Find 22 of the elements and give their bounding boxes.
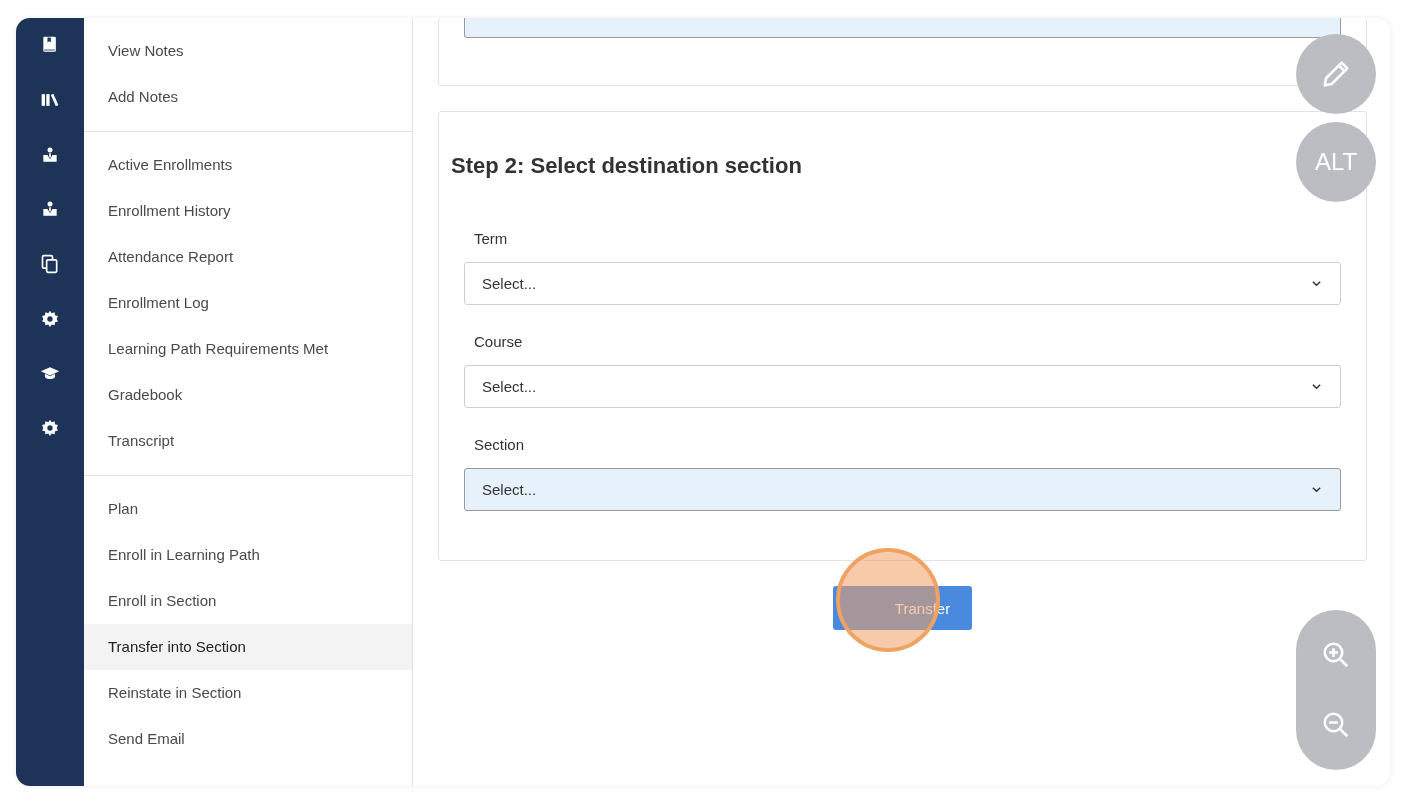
menu-item[interactable]: Enrollment Log [84,280,412,326]
menu-item[interactable]: Active Enrollments [84,142,412,188]
menu-item[interactable]: Reinstate in Section [84,670,412,716]
menu-item[interactable]: Plan [84,486,412,532]
section-title: Step 2: Select destination section [451,152,802,180]
field-label: Course [474,333,524,351]
menu-item[interactable]: Gradebook [84,372,412,418]
menu-item[interactable]: Add Notes [84,74,412,120]
select-field[interactable]: Select... [464,365,1341,408]
menu-item[interactable]: Learning Path Requirements Met [84,326,412,372]
field-label: Section [474,436,526,454]
menu-item[interactable]: View Notes [84,28,412,74]
field-label: Term [474,230,509,248]
menu-item[interactable]: Attendance Report [84,234,412,280]
menu-item[interactable]: Enroll in Section [84,578,412,624]
menu-item[interactable]: Enrollment History [84,188,412,234]
select-field[interactable]: Select... [464,262,1341,305]
menu-item[interactable]: Transfer into Section [84,624,412,670]
select-field[interactable]: Select... [464,468,1341,511]
menu-item[interactable]: Enroll in Learning Path [84,532,412,578]
menu-item[interactable]: Send Email [84,716,412,762]
menu-item[interactable]: Transcript [84,418,412,464]
